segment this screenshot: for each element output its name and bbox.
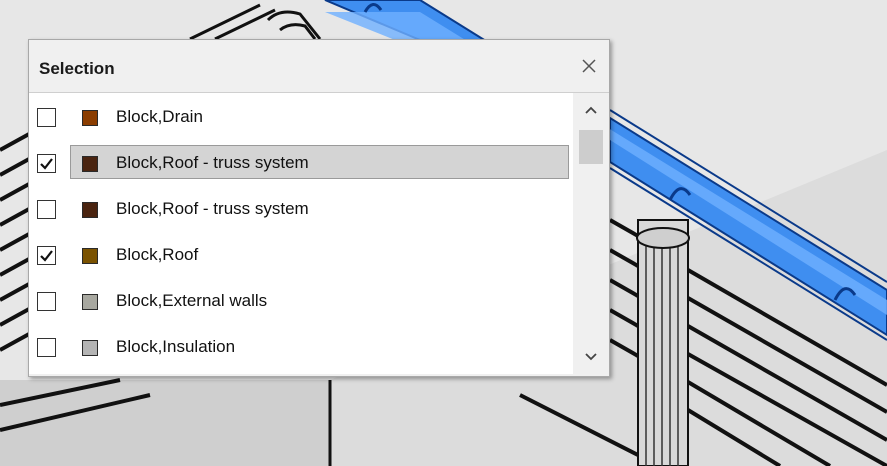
item-label: Block,Roof [116,245,199,264]
dialog-title: Selection [39,59,115,78]
vertical-scrollbar[interactable] [573,93,609,374]
scroll-thumb[interactable] [579,130,603,164]
color-swatch [82,294,98,310]
item-label: Block,Roof - truss system [116,199,309,218]
scroll-down-button[interactable] [573,342,609,372]
chevron-down-icon [585,353,597,361]
color-swatch [82,202,98,218]
list-item[interactable]: Block,Insulation [29,324,569,370]
item-checkbox[interactable] [37,292,56,311]
item-checkbox[interactable] [37,246,56,265]
close-button[interactable] [577,54,601,78]
close-icon [582,59,596,73]
list-item[interactable]: Block,Roof - truss system [29,140,569,186]
item-checkbox[interactable] [37,154,56,173]
color-swatch [82,248,98,264]
list-item[interactable]: Block,Roof [29,232,569,278]
list-item[interactable]: Block,Roof - truss system [29,186,569,232]
selection-list[interactable]: Block,Drain Block,Roof - truss system Bl… [29,92,609,374]
color-swatch [82,110,98,126]
color-swatch [82,156,98,172]
checkmark-icon [40,250,53,262]
item-checkbox[interactable] [37,108,56,127]
item-label: Block,External walls [116,291,268,310]
dialog-header: Selection [29,40,609,92]
item-label: Block,Insulation [116,337,236,356]
scroll-up-button[interactable] [573,95,609,125]
item-label: Block,Roof - truss system [116,153,309,172]
chevron-up-icon [585,106,597,114]
checkmark-icon [40,158,53,170]
list-item[interactable]: Block,Drain [29,94,569,140]
color-swatch [82,340,98,356]
list-item[interactable]: Block,External walls [29,278,569,324]
item-checkbox[interactable] [37,200,56,219]
item-checkbox[interactable] [37,338,56,357]
selection-dialog: Selection Block,Drain Block,Roof - truss… [28,39,610,377]
item-label: Block,Drain [116,107,203,126]
